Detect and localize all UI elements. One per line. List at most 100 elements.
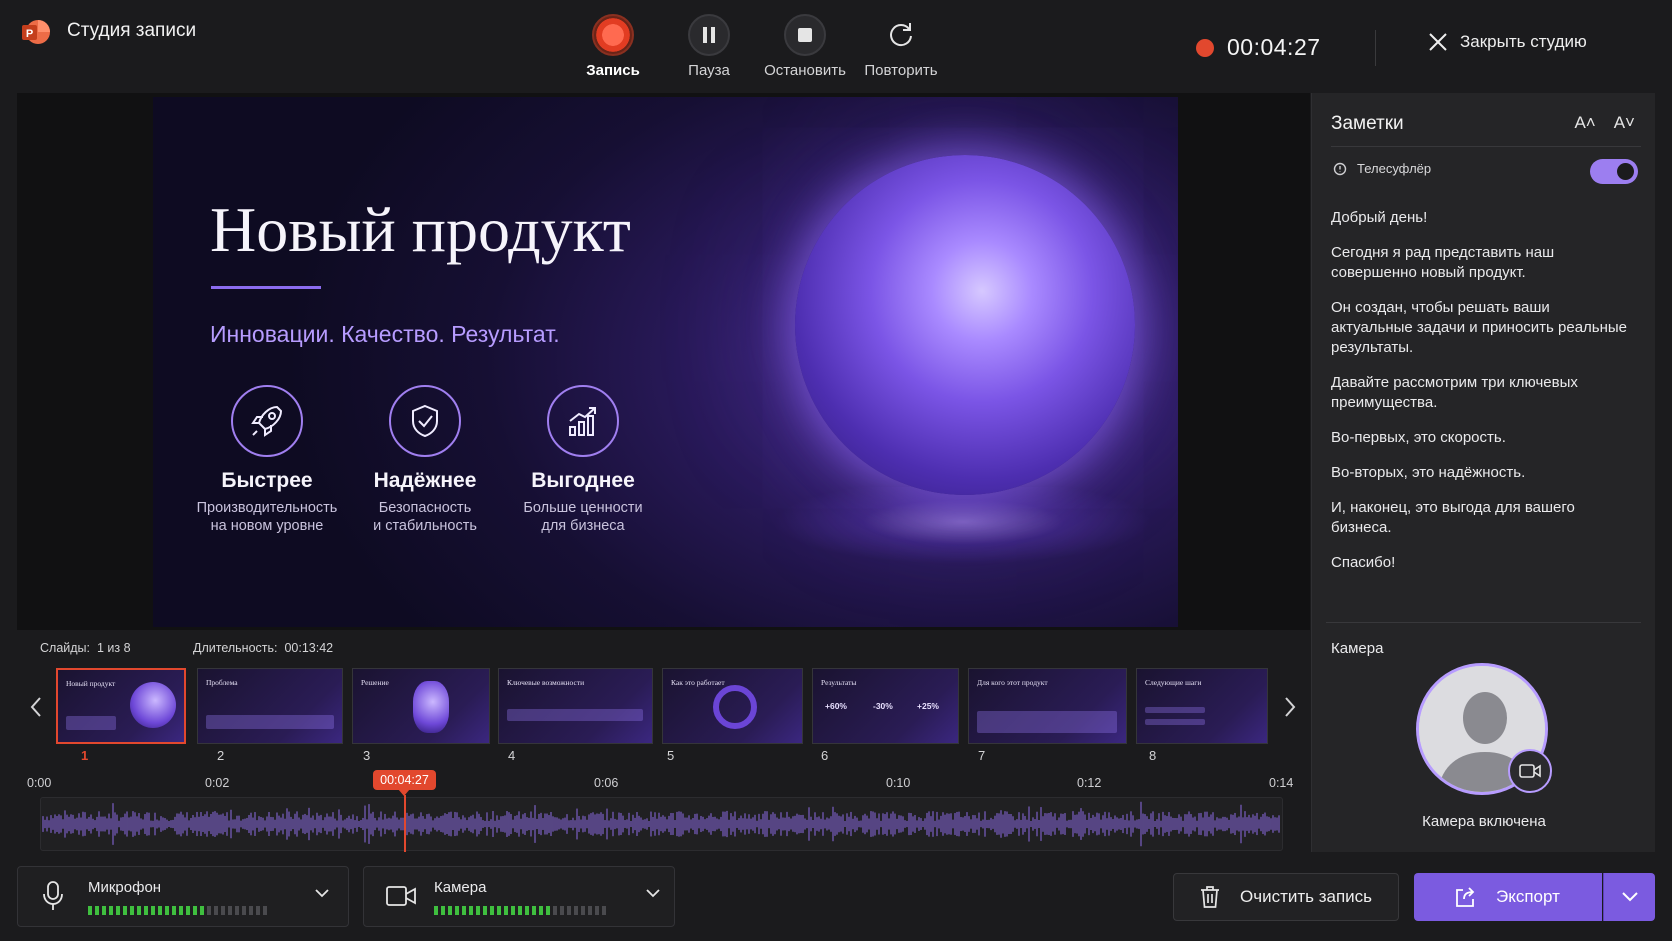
slide-title: Новый продукт (210, 194, 631, 265)
retake-button[interactable]: Повторить (851, 14, 951, 79)
level-meter-bar (567, 906, 571, 915)
thumbnail-number: 7 (978, 748, 986, 763)
level-meter-bar (144, 906, 148, 915)
thumbnail-title: Ключевые возможности (507, 678, 585, 687)
notes-paragraph: Добрый день! (1331, 209, 1428, 226)
thumbnail-title: Следующие шаги (1145, 678, 1202, 687)
level-meter-bar (539, 906, 543, 915)
pause-icon (688, 14, 730, 56)
level-meter-bar (504, 906, 508, 915)
thumbnail-title: Новый продукт (66, 679, 116, 688)
font-decrease-button[interactable]: A˅ (1614, 113, 1635, 133)
chevron-left-icon (30, 697, 41, 717)
orb-reflection (713, 487, 1178, 627)
level-meter-bar (242, 906, 246, 915)
thumbnail-number: 8 (1149, 748, 1157, 763)
level-meter-bar (221, 906, 225, 915)
slide-thumbnail[interactable]: Проблема (197, 668, 343, 744)
video-camera-icon (1519, 764, 1541, 778)
teleprompter-icon (1333, 162, 1347, 175)
video-camera-icon (386, 886, 416, 906)
timeline-tick: 0:14 (1269, 776, 1294, 790)
microphone-label: Микрофон (88, 879, 162, 896)
feature-desc: Производительность на новом уровне (196, 500, 338, 534)
level-meter-bar (123, 906, 127, 915)
close-studio-button[interactable]: Закрыть студию (1428, 32, 1587, 52)
divider (1326, 622, 1641, 623)
playhead-time[interactable]: 00:04:27 (373, 770, 436, 790)
microphone-selector[interactable]: Микрофон (17, 866, 349, 927)
thumbnail-decoration (1145, 707, 1205, 713)
playhead-marker (398, 789, 410, 796)
level-meter-bar (532, 906, 536, 915)
camera-selector[interactable]: Камера (363, 866, 675, 927)
level-meter-bar (588, 906, 592, 915)
slide-thumbnail[interactable]: Следующие шаги (1136, 668, 1268, 744)
recording-timer: 00:04:27 (1227, 34, 1321, 60)
notes-paragraph: И, наконец, это выгода для вашего бизнес… (1331, 499, 1575, 536)
level-meter-bar (165, 906, 169, 915)
chevron-down-icon (1621, 892, 1638, 902)
slide-title-underline (211, 286, 321, 289)
font-increase-button[interactable]: A˄ (1574, 113, 1595, 133)
notes-paragraph: Сегодня я рад представить наш совершенно… (1331, 244, 1555, 281)
camera-toggle-button[interactable] (1508, 749, 1552, 793)
divider (1375, 30, 1376, 66)
thumbnail-number: 2 (217, 748, 225, 763)
thumbnail-shape (413, 681, 449, 733)
notes-paragraph: Во-вторых, это надёжность. (1331, 464, 1526, 481)
slides-prev-button[interactable] (26, 692, 46, 722)
thumbnail-decoration (66, 716, 116, 730)
level-meter-bar (469, 906, 473, 915)
slide-thumbnail[interactable]: Как это работает (662, 668, 803, 744)
record-button[interactable]: Запись (563, 14, 663, 79)
feature-reliable: Надёжнее Безопасность и стабильность (345, 385, 505, 535)
slide-thumbnail[interactable]: Ключевые возможности (498, 668, 653, 744)
camera-panel: Камера Камера включена (1311, 622, 1655, 852)
level-meter-bar (214, 906, 218, 915)
recording-indicator-icon (1196, 39, 1214, 57)
export-button[interactable]: Экспорт (1414, 873, 1602, 921)
thumbnail-decoration (1145, 719, 1205, 725)
retake-icon (880, 14, 922, 56)
feature-profitable: Выгоднее Больше ценности для бизнеса (503, 385, 663, 535)
teleprompter-label: Телесуфлёр (1357, 161, 1432, 176)
level-meter-bar (200, 906, 204, 915)
stop-icon (784, 14, 826, 56)
growth-chart-icon (547, 385, 619, 457)
thumbnail-decoration (206, 715, 334, 729)
stop-button[interactable]: Остановить (755, 14, 855, 79)
total-duration: Длительность: 00:13:42 (193, 641, 334, 655)
thumbnail-number: 4 (508, 748, 516, 763)
level-meter-bar (553, 906, 557, 915)
level-meter-bar (116, 906, 120, 915)
camera-level-meter (434, 906, 606, 915)
clear-recording-label: Очистить запись (1240, 887, 1373, 906)
teleprompter-toggle[interactable] (1590, 159, 1638, 184)
thumbnail-number: 5 (667, 748, 675, 763)
powerpoint-logo-icon: P (22, 20, 50, 44)
playhead-line[interactable] (404, 795, 406, 852)
slide-thumbnail[interactable]: Новый продукт (56, 668, 186, 744)
slide-thumbnail[interactable]: Для кого этот продукт (968, 668, 1127, 744)
level-meter-bar (235, 906, 239, 915)
export-options-button[interactable] (1603, 873, 1655, 921)
slides-next-button[interactable] (1280, 692, 1300, 722)
level-meter-bar (518, 906, 522, 915)
level-meter-bar (448, 906, 452, 915)
slide-thumbnail[interactable]: Решение (352, 668, 490, 744)
slide-orb-image (795, 155, 1135, 495)
level-meter-bar (109, 906, 113, 915)
stop-label: Остановить (764, 62, 846, 79)
pause-button[interactable]: Пауза (659, 14, 759, 79)
notes-text[interactable]: Добрый день! Сегодня я рад представить н… (1331, 208, 1631, 588)
feature-faster: Быстрее Производительность на новом уровн… (187, 385, 347, 535)
notes-paragraph: Во-первых, это скорость. (1331, 429, 1506, 446)
timeline-tick: 0:06 (594, 776, 619, 790)
timeline-tick: 0:12 (1077, 776, 1102, 790)
feature-title: Выгоднее (531, 469, 635, 492)
clear-recording-button[interactable]: Очистить запись (1173, 873, 1399, 921)
thumbnail-decoration (977, 711, 1117, 733)
slide-thumbnail[interactable]: Результаты +60% -30% +25% (812, 668, 959, 744)
audio-waveform[interactable] (40, 797, 1283, 851)
